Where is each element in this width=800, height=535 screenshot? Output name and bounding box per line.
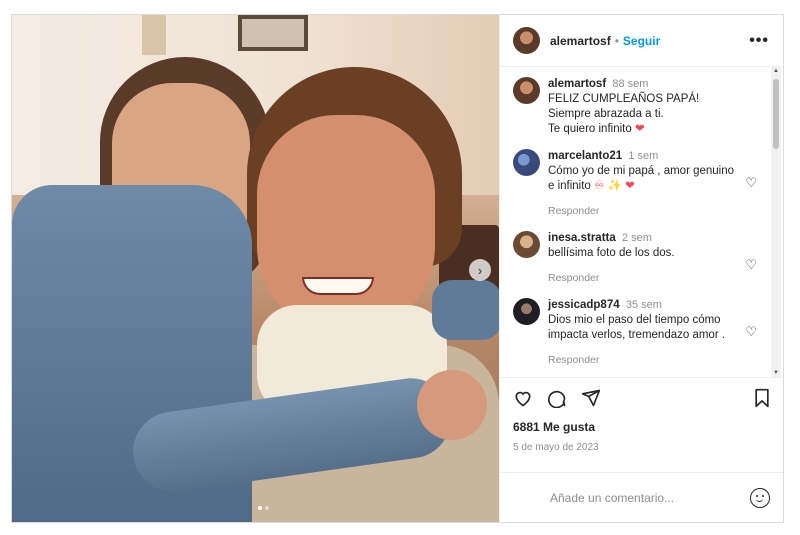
- avatar[interactable]: [513, 77, 540, 104]
- reply-button[interactable]: Responder: [548, 204, 743, 219]
- avatar[interactable]: [513, 27, 540, 54]
- more-options-icon[interactable]: •••: [749, 32, 769, 50]
- carousel-dot: [258, 506, 262, 510]
- post-author-username[interactable]: alemartosf: [550, 34, 611, 48]
- caption-line: Siempre abrazada a ti.: [548, 108, 664, 120]
- photo-detail: [238, 15, 308, 51]
- photo-detail: [302, 277, 374, 295]
- post-photo[interactable]: ›: [12, 15, 499, 522]
- carousel-indicator: [258, 506, 269, 510]
- scroll-up-icon[interactable]: ▲: [772, 68, 780, 74]
- separator-dot: •: [614, 33, 619, 48]
- add-comment-input[interactable]: [550, 490, 750, 505]
- scrollbar-thumb[interactable]: [773, 79, 779, 149]
- add-comment-bar: [500, 472, 783, 522]
- share-send-icon[interactable]: [581, 388, 601, 408]
- comment-username[interactable]: inesa.stratta: [548, 232, 616, 244]
- post-header: alemartosf • Seguir •••: [500, 15, 783, 67]
- carousel-dot: [265, 506, 269, 510]
- post-side-panel: alemartosf • Seguir ••• ▲ ▼ alemartosf 8…: [499, 15, 783, 522]
- like-comment-heart-icon[interactable]: ♡: [745, 324, 757, 340]
- caption-body: alemartosf 88 sem FELIZ CUMPLEAÑOS PAPÁ!…: [548, 77, 699, 137]
- comment-username[interactable]: marcelanto21: [548, 150, 622, 162]
- comment-text: Cómo yo de mi papá , amor genuino e infi…: [548, 165, 735, 192]
- caption-time[interactable]: 88 sem: [612, 78, 648, 90]
- comment-item: inesa.stratta 2 sem bellísima foto de lo…: [513, 231, 771, 286]
- follow-button[interactable]: Seguir: [623, 34, 660, 48]
- comment-emoji-icons: ♾ ✨ ❤: [594, 180, 635, 192]
- comment-item: jessicadp874 35 sem Dios mio el paso del…: [513, 298, 771, 368]
- photo-detail: [257, 115, 435, 335]
- action-icons: [513, 388, 771, 408]
- avatar[interactable]: [513, 149, 540, 176]
- comment-item: marcelanto21 1 sem Cómo yo de mi papá , …: [513, 149, 771, 219]
- caption-username[interactable]: alemartosf: [548, 78, 606, 90]
- comment-icon[interactable]: [547, 388, 567, 408]
- avatar[interactable]: [513, 231, 540, 258]
- reply-button[interactable]: Responder: [548, 271, 675, 286]
- bookmark-icon[interactable]: [753, 388, 771, 408]
- comment-time[interactable]: 35 sem: [626, 299, 662, 311]
- comment-text-row: Cómo yo de mi papá , amor genuino e infi…: [548, 164, 743, 194]
- comment-time[interactable]: 2 sem: [622, 232, 652, 244]
- comment-body: jessicadp874 35 sem Dios mio el paso del…: [548, 298, 743, 368]
- scrollbar[interactable]: ▲ ▼: [771, 67, 781, 377]
- photo-detail: [417, 370, 487, 440]
- avatar[interactable]: [513, 298, 540, 325]
- caption-line-with-emoji: Te quiero infinito ❤: [548, 122, 699, 137]
- photo-detail: [432, 280, 499, 340]
- comment-body: inesa.stratta 2 sem bellísima foto de lo…: [548, 231, 675, 286]
- post-date: 5 de mayo de 2023: [513, 442, 599, 453]
- carousel-next-button[interactable]: ›: [469, 259, 491, 281]
- comment-time[interactable]: 1 sem: [628, 150, 658, 162]
- caption-line: Te quiero infinito: [548, 123, 632, 135]
- post-dialog: › alemartosf • Seguir ••• ▲ ▼ alemartosf: [11, 14, 784, 523]
- comment-text: bellísima foto de los dos.: [548, 247, 675, 259]
- comment-text: Dios mio el paso del tiempo cómo impacta…: [548, 314, 726, 341]
- caption-line: FELIZ CUMPLEAÑOS PAPÁ!: [548, 93, 700, 105]
- caption: alemartosf 88 sem FELIZ CUMPLEAÑOS PAPÁ!…: [513, 77, 771, 137]
- likes-count[interactable]: 6881 Me gusta: [513, 420, 771, 434]
- reply-button[interactable]: Responder: [548, 353, 743, 368]
- like-comment-heart-icon[interactable]: ♡: [745, 175, 757, 191]
- emoji-picker-icon[interactable]: [750, 487, 770, 508]
- like-heart-icon[interactable]: [513, 388, 533, 408]
- comment-username[interactable]: jessicadp874: [548, 299, 620, 311]
- scroll-down-icon[interactable]: ▼: [772, 370, 780, 376]
- comment-body: marcelanto21 1 sem Cómo yo de mi papá , …: [548, 149, 743, 219]
- red-heart-emoji-icon: ❤: [634, 123, 645, 135]
- like-comment-heart-icon[interactable]: ♡: [745, 257, 757, 273]
- photo-detail: [142, 15, 166, 55]
- comments-list[interactable]: ▲ ▼ alemartosf 88 sem FELIZ CUMPLEAÑOS P…: [500, 67, 783, 377]
- post-actions: 6881 Me gusta 5 de mayo de 2023: [500, 377, 783, 472]
